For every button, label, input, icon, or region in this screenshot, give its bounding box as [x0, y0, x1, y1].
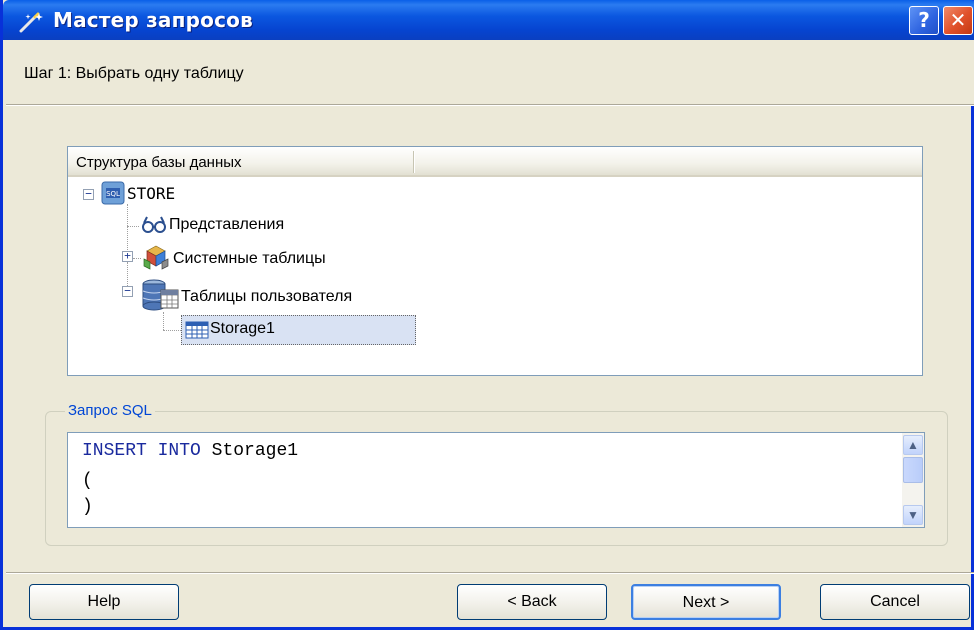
scroll-down-button[interactable]: ▼ — [903, 505, 923, 525]
sql-scrollbar[interactable]: ▲ ▼ — [902, 433, 924, 527]
tree-column-header[interactable]: Структура базы данных — [68, 147, 922, 177]
sql-group-label: Запрос SQL — [65, 402, 155, 419]
sql-line-3: ) — [82, 497, 93, 517]
next-button[interactable]: Next > — [631, 584, 781, 620]
title-bar[interactable]: Мастер запросов ? ✕ — [3, 0, 974, 40]
database-table-icon — [142, 279, 179, 311]
tree-node-store[interactable]: STORE — [127, 184, 175, 203]
sql-line-2: ( — [82, 471, 93, 491]
sql-keyword-insert: INSERT — [82, 441, 147, 461]
tree-node-user-tables[interactable]: Таблицы пользователя — [181, 288, 352, 306]
help-title-button[interactable]: ? — [909, 6, 939, 35]
collapse-expander[interactable]: − — [83, 188, 94, 200]
sql-editor[interactable]: INSERT INTO Storage1 ( ) ▲ ▼ — [67, 432, 925, 528]
tree-node-views[interactable]: Представления — [169, 216, 284, 234]
sql-keyword-into: INTO — [157, 441, 201, 461]
tree-node-system-tables[interactable]: Системные таблицы — [173, 250, 326, 268]
cancel-button[interactable]: Cancel — [820, 584, 970, 620]
expand-expander[interactable]: + — [122, 250, 133, 262]
tree-connector — [163, 330, 181, 331]
tree-connector — [163, 312, 164, 330]
scroll-thumb[interactable] — [903, 457, 923, 483]
table-grid-icon — [185, 321, 209, 339]
database-icon: SQL — [101, 181, 125, 205]
step-header: Шаг 1: Выбрать одну таблицу — [6, 40, 974, 105]
window-title: Мастер запросов — [53, 8, 253, 32]
help-button[interactable]: Help — [29, 584, 179, 620]
glasses-icon — [142, 216, 166, 233]
collapse-expander[interactable]: − — [122, 285, 133, 297]
tree-column-header-label: Структура базы данных — [76, 154, 242, 171]
back-button[interactable]: < Back — [457, 584, 607, 620]
close-button[interactable]: ✕ — [943, 6, 973, 35]
step-title: Шаг 1: Выбрать одну таблицу — [24, 65, 244, 82]
scroll-up-button[interactable]: ▲ — [903, 435, 923, 455]
sql-table-name: Storage1 — [211, 441, 299, 461]
column-divider[interactable] — [413, 151, 415, 173]
svg-text:SQL: SQL — [106, 190, 120, 198]
sql-line-1: INSERT INTO Storage1 — [82, 441, 298, 461]
footer-divider — [6, 572, 974, 574]
query-wizard-window: Мастер запросов ? ✕ Шаг 1: Выбрать одну … — [0, 0, 974, 630]
header-divider — [6, 104, 974, 106]
wizard-wand-icon — [19, 12, 43, 33]
tree-connector — [133, 258, 141, 259]
tree-node-storage1[interactable]: Storage1 — [210, 320, 275, 338]
cubes-icon — [143, 245, 169, 270]
tree-connector — [127, 226, 139, 227]
